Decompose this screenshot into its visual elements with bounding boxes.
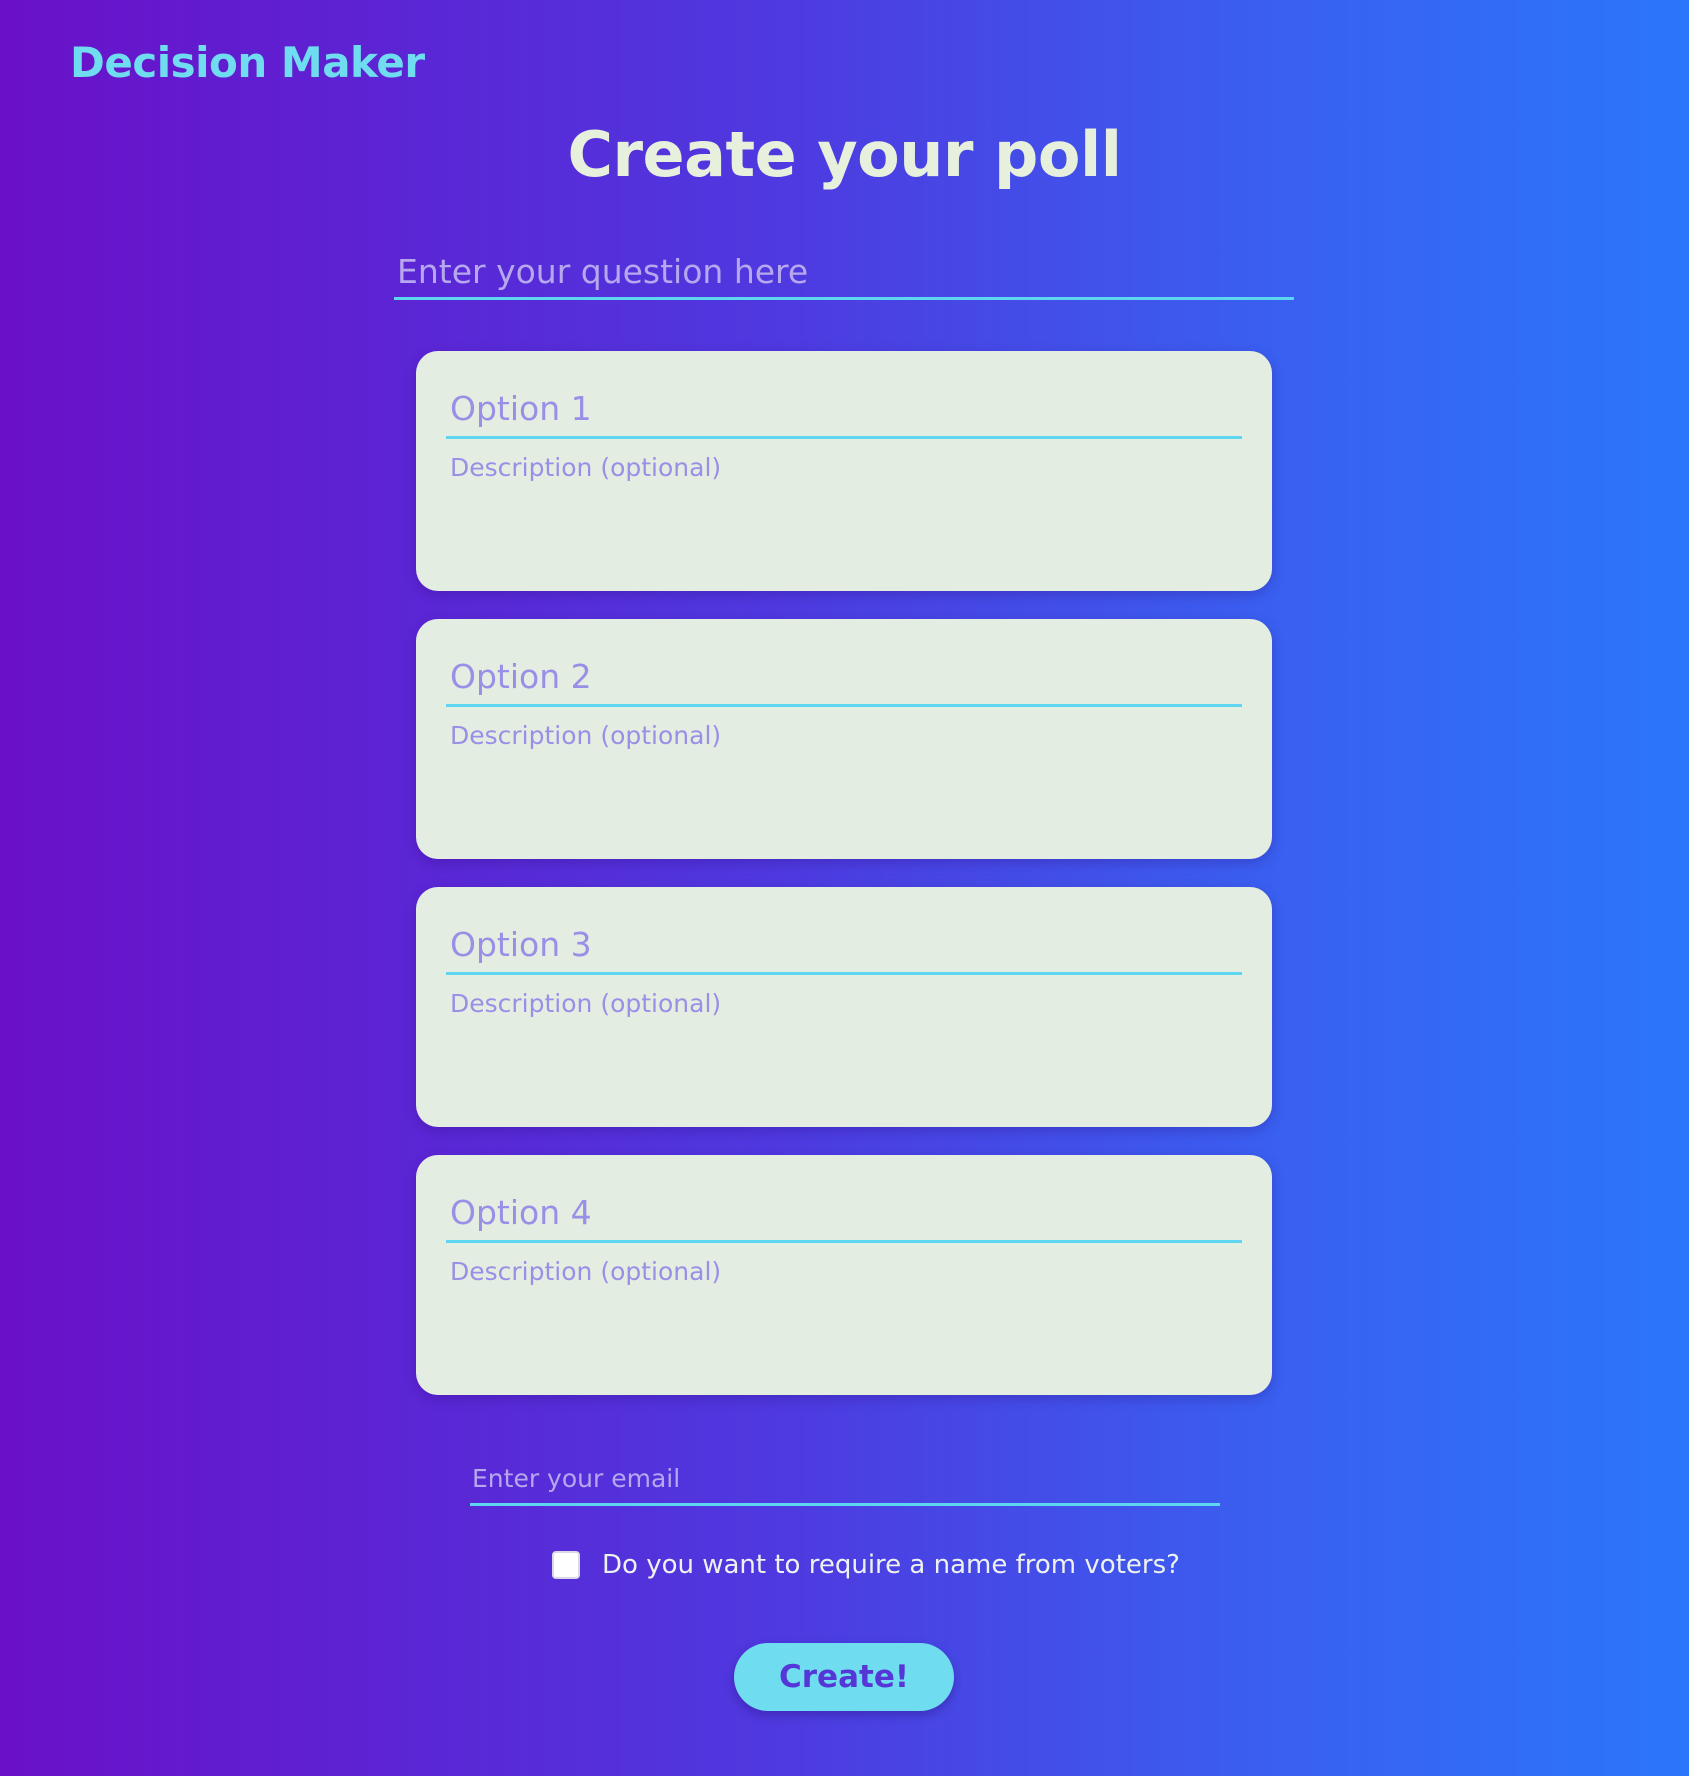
option-4-input[interactable] xyxy=(446,1185,1242,1243)
app-logo[interactable]: Decision Maker xyxy=(70,38,425,87)
require-name-label[interactable]: Do you want to require a name from voter… xyxy=(602,1550,1180,1580)
option-2-input[interactable] xyxy=(446,649,1242,707)
option-1-description[interactable] xyxy=(446,449,1242,559)
question-input[interactable] xyxy=(394,246,1294,300)
email-input[interactable] xyxy=(470,1454,1220,1506)
require-name-row: Do you want to require a name from voter… xyxy=(552,1550,1180,1580)
option-3-input[interactable] xyxy=(446,917,1242,975)
option-card-1 xyxy=(416,351,1272,591)
option-card-3 xyxy=(416,887,1272,1127)
create-button[interactable]: Create! xyxy=(734,1643,954,1711)
option-3-description[interactable] xyxy=(446,985,1242,1095)
option-2-description[interactable] xyxy=(446,717,1242,827)
require-name-checkbox[interactable] xyxy=(552,1551,580,1579)
page-title: Create your poll xyxy=(567,118,1122,191)
option-1-input[interactable] xyxy=(446,381,1242,439)
options-list xyxy=(416,351,1272,1423)
option-card-4 xyxy=(416,1155,1272,1395)
option-4-description[interactable] xyxy=(446,1253,1242,1363)
option-card-2 xyxy=(416,619,1272,859)
